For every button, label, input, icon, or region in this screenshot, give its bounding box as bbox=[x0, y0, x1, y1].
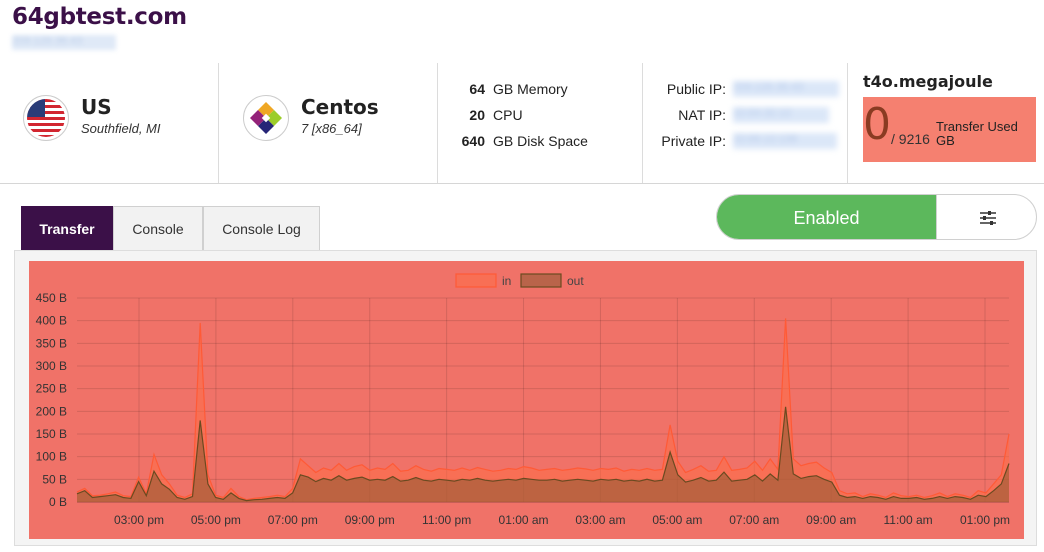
private-ip-value: 10.66.12.136 bbox=[733, 133, 837, 149]
y-tick-label: 350 B bbox=[36, 336, 67, 350]
x-tick-label: 07:00 pm bbox=[268, 513, 318, 527]
sliders-icon bbox=[979, 211, 996, 225]
power-toggle-group: Enabled bbox=[716, 194, 1037, 240]
transfer-chart: 0 B 50 B 100 B 150 B 200 B 250 B 300 B 350 B 400… bbox=[29, 261, 1024, 539]
x-tick-label: 05:00 am bbox=[652, 513, 702, 527]
memory-value: 64 bbox=[469, 81, 485, 97]
host-name: t4o.megajoule bbox=[863, 72, 993, 91]
transfer-usage-box: 0 / 9216 Transfer Used GB bbox=[863, 97, 1036, 162]
transfer-chart-panel: 0 B 50 B 100 B 150 B 200 B 250 B 300 B 350 B 400… bbox=[14, 250, 1037, 546]
y-tick-label: 50 B bbox=[42, 472, 67, 486]
cpu-label: CPU bbox=[493, 107, 523, 123]
legend-label-in: in bbox=[502, 274, 511, 288]
city-label: Southfield, MI bbox=[81, 121, 161, 136]
divider bbox=[847, 63, 848, 183]
country-label: US bbox=[81, 95, 112, 119]
legend-swatch-in bbox=[455, 273, 497, 288]
specs-block: 64 GB Memory 20 CPU 640 GB Disk Space bbox=[438, 63, 642, 183]
x-tick-label: 07:00 am bbox=[729, 513, 779, 527]
us-flag-icon bbox=[23, 95, 69, 141]
tab-console-log[interactable]: Console Log bbox=[203, 206, 320, 251]
x-tick-label: 03:00 am bbox=[575, 513, 625, 527]
x-tick-label: 01:00 am bbox=[499, 513, 549, 527]
private-ip-label: Private IP: bbox=[661, 133, 726, 149]
tab-console[interactable]: Console bbox=[113, 206, 203, 251]
nat-ip-label: NAT IP: bbox=[678, 107, 726, 123]
y-tick-label: 450 B bbox=[36, 291, 67, 305]
x-tick-label: 01:00 pm bbox=[960, 513, 1010, 527]
location-block: US Southfield, MI bbox=[0, 63, 218, 183]
centos-logo-icon bbox=[243, 95, 289, 141]
y-tick-label: 150 B bbox=[36, 427, 67, 441]
nat-ip-value: 10.64.32.12 bbox=[733, 107, 829, 123]
os-version: 7 [x86_64] bbox=[301, 121, 362, 136]
network-block: Public IP: 209.126.36.43 NAT IP: 10.64.3… bbox=[643, 63, 847, 183]
chart-svg: 0 B 50 B 100 B 150 B 200 B 250 B 300 B 350 B 400… bbox=[36, 273, 1010, 527]
server-info-bar: US Southfield, MI Centos 7 [x86_64] 64 G… bbox=[0, 63, 1044, 184]
x-tick-label: 03:00 pm bbox=[114, 513, 164, 527]
y-tick-label: 300 B bbox=[36, 359, 67, 373]
transfer-used-label: Transfer Used GB bbox=[936, 119, 1018, 148]
y-tick-label: 100 B bbox=[36, 450, 67, 464]
legend-swatch-out bbox=[520, 273, 562, 288]
public-ip-value: 209.126.36.43 bbox=[733, 81, 839, 97]
os-name: Centos bbox=[301, 95, 379, 119]
x-tick-label: 05:00 pm bbox=[191, 513, 241, 527]
site-ip-blurred: 209.126.36.43 bbox=[12, 35, 116, 50]
y-tick-label: 200 B bbox=[36, 404, 67, 418]
tab-transfer[interactable]: Transfer bbox=[21, 206, 113, 251]
os-block: Centos 7 [x86_64] bbox=[219, 63, 437, 183]
transfer-used-value: 0 bbox=[863, 99, 891, 150]
x-tick-label: 09:00 pm bbox=[345, 513, 395, 527]
x-tick-label: 09:00 am bbox=[806, 513, 856, 527]
series-out-area bbox=[77, 406, 1009, 502]
x-tick-label: 11:00 pm bbox=[422, 513, 471, 527]
site-title: 64gbtest.com bbox=[12, 4, 187, 30]
cpu-value: 20 bbox=[469, 107, 485, 123]
memory-label: GB Memory bbox=[493, 81, 568, 97]
disk-value: 640 bbox=[461, 133, 485, 149]
enabled-button[interactable]: Enabled bbox=[717, 195, 936, 239]
x-tick-label: 11:00 am bbox=[884, 513, 933, 527]
y-tick-label: 0 B bbox=[49, 495, 67, 509]
disk-label: GB Disk Space bbox=[493, 133, 588, 149]
y-tick-label: 400 B bbox=[36, 314, 67, 328]
public-ip-label: Public IP: bbox=[666, 81, 726, 97]
settings-button[interactable] bbox=[936, 195, 1036, 239]
legend-label-out: out bbox=[567, 274, 584, 288]
transfer-total-value: / 9216 bbox=[891, 131, 930, 147]
series-in-area bbox=[77, 318, 1009, 502]
y-tick-label: 250 B bbox=[36, 382, 67, 396]
